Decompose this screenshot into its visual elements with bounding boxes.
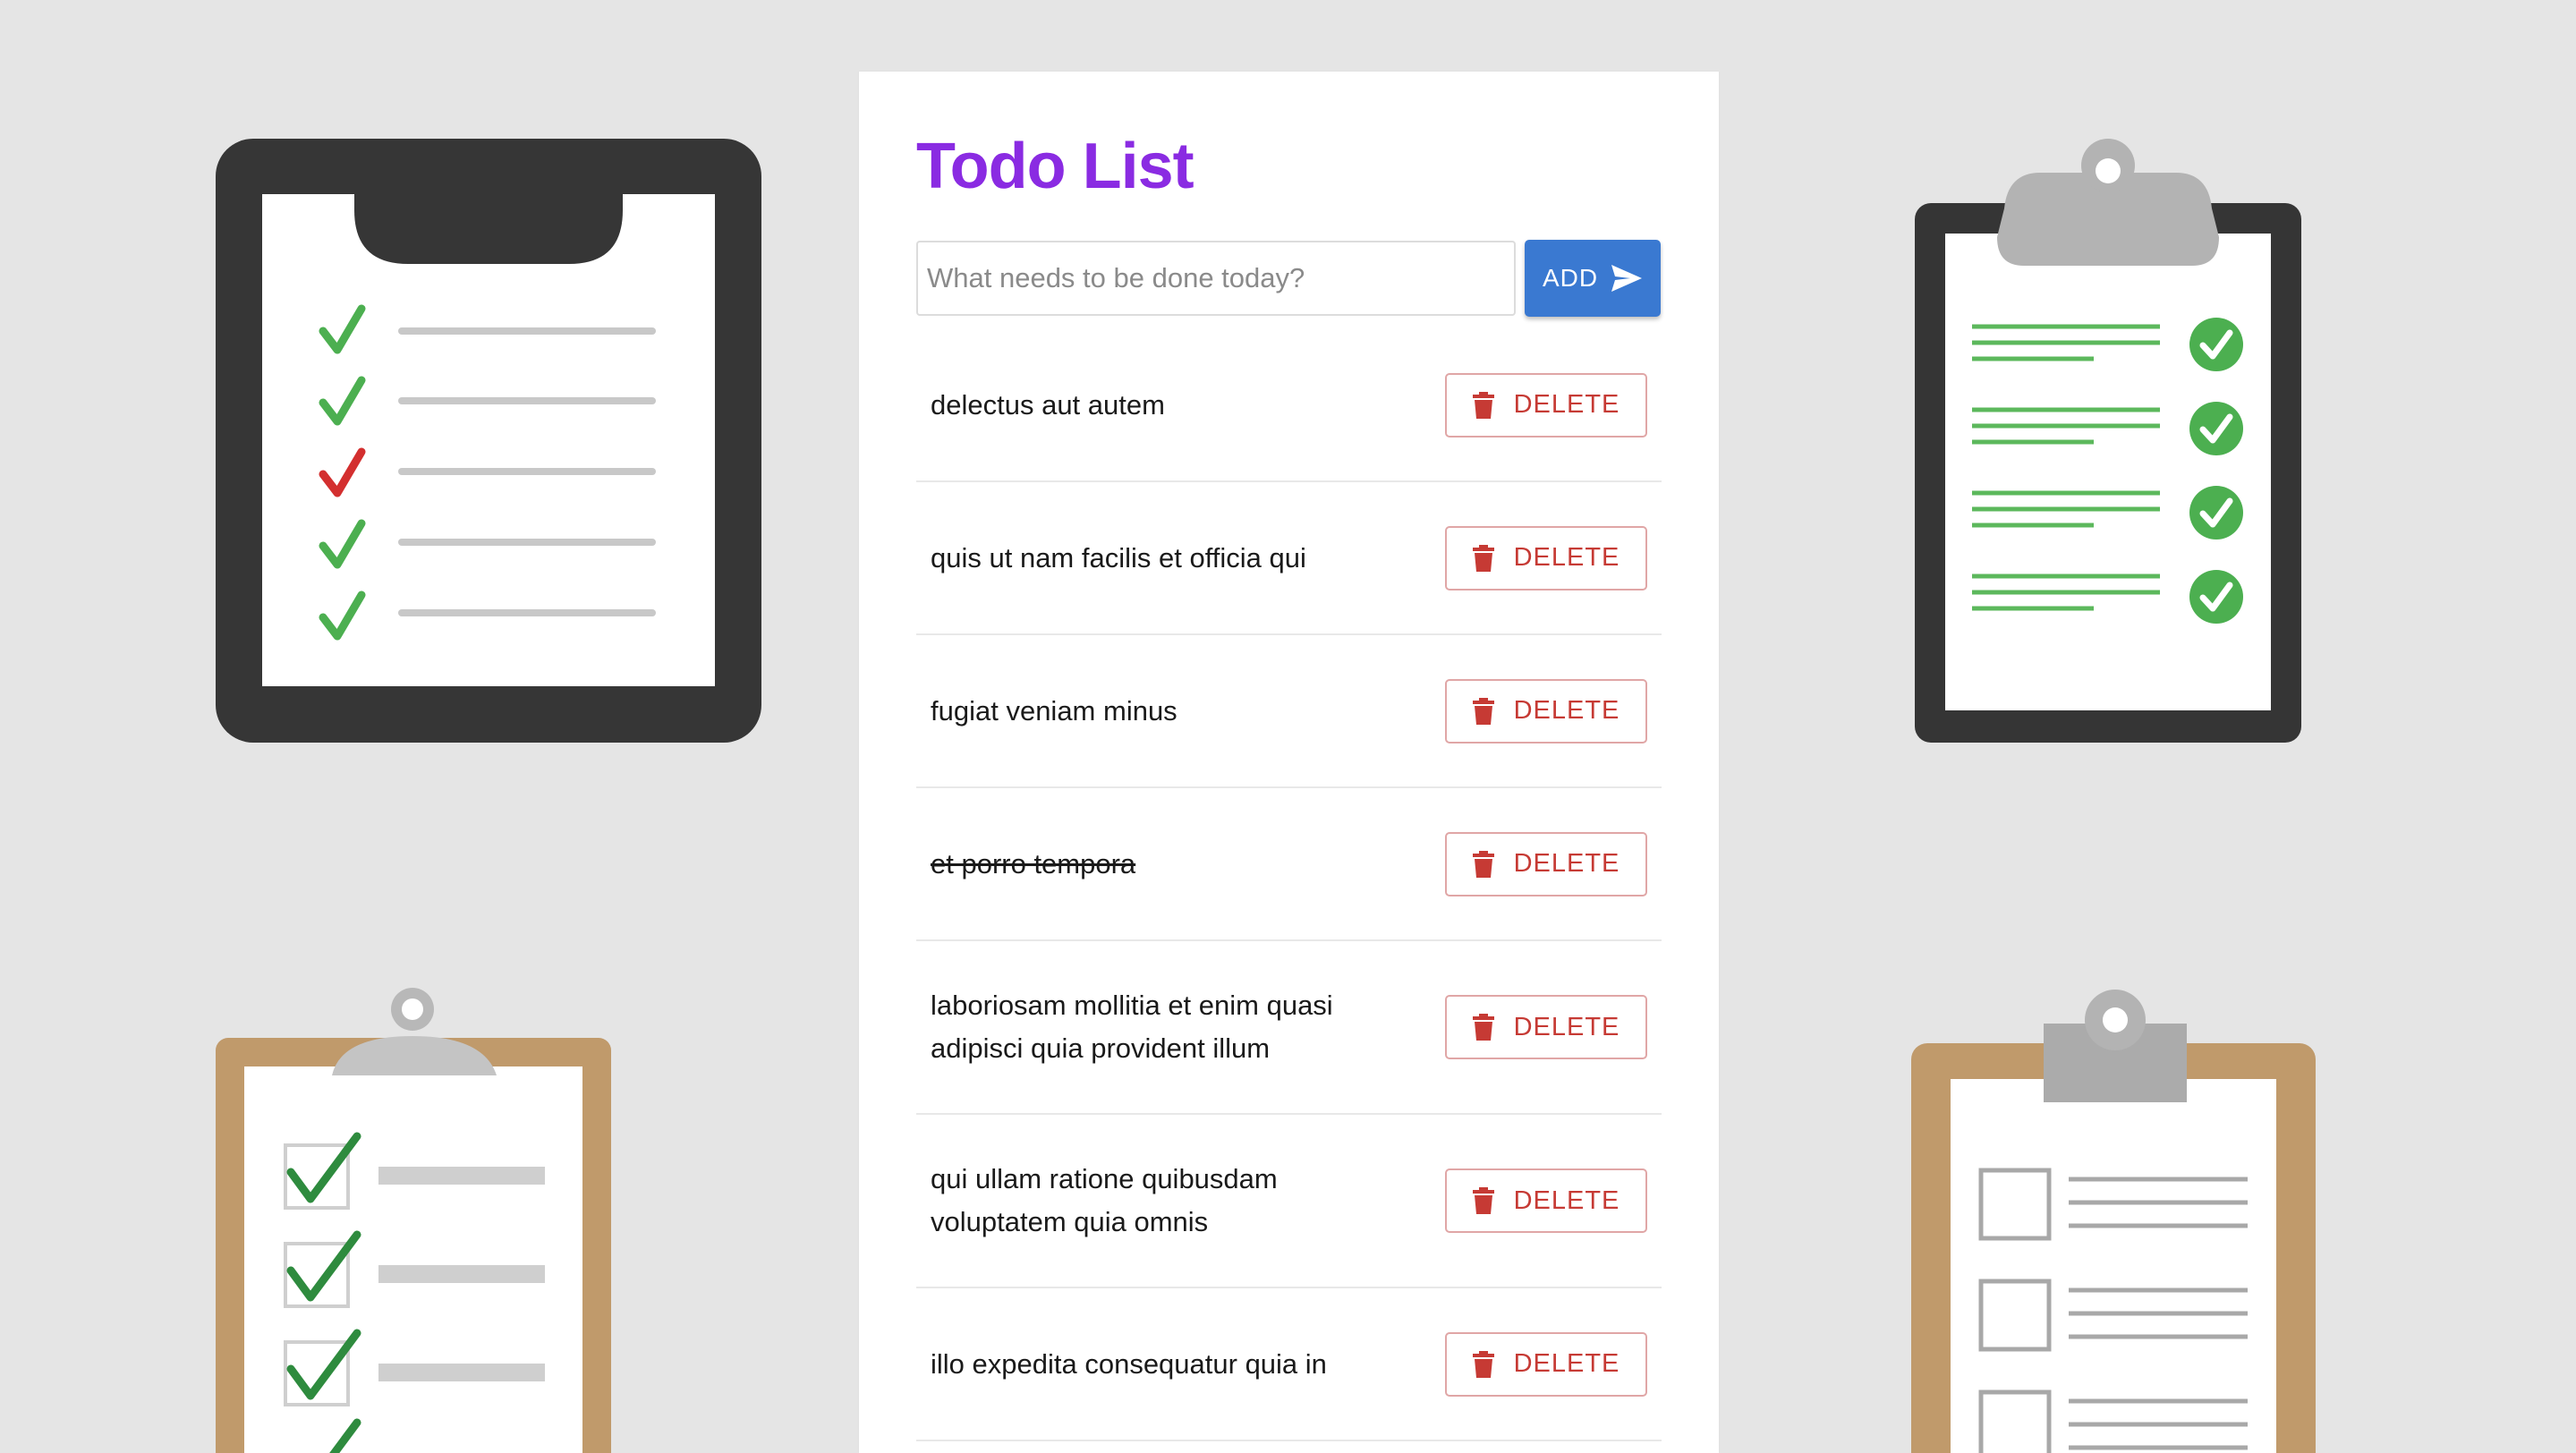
todo-item: quis ut nam facilis et officia qui DELET… bbox=[916, 482, 1662, 635]
trash-icon bbox=[1472, 391, 1494, 419]
trash-icon bbox=[1472, 850, 1494, 878]
send-icon bbox=[1611, 265, 1643, 292]
todo-text[interactable]: delectus aut autem bbox=[931, 384, 1165, 427]
delete-button-label: DELETE bbox=[1513, 543, 1620, 572]
delete-button-label: DELETE bbox=[1513, 849, 1620, 878]
delete-button[interactable]: DELETE bbox=[1445, 831, 1647, 896]
delete-button-label: DELETE bbox=[1513, 390, 1620, 419]
trash-icon bbox=[1472, 1014, 1494, 1041]
delete-button[interactable]: DELETE bbox=[1445, 525, 1647, 591]
trash-icon bbox=[1472, 697, 1494, 725]
todo-text[interactable]: fugiat veniam minus bbox=[931, 690, 1177, 733]
trash-icon bbox=[1472, 1350, 1494, 1378]
clipboard-checkbox-icon bbox=[216, 988, 611, 1453]
todo-list: delectus aut autem DELETE quis ut nam fa… bbox=[916, 329, 1662, 1441]
add-button-label: ADD bbox=[1542, 264, 1599, 292]
todo-item: laboriosam mollitia et enim quasi adipis… bbox=[916, 941, 1662, 1115]
todo-item: illo expedita consequatur quia in DELETE bbox=[916, 1288, 1662, 1441]
todo-text[interactable]: laboriosam mollitia et enim quasi adipis… bbox=[931, 984, 1378, 1070]
delete-button[interactable]: DELETE bbox=[1445, 995, 1647, 1059]
delete-button[interactable]: DELETE bbox=[1445, 1168, 1647, 1233]
clipboard-empty-checkbox-icon bbox=[1911, 990, 2316, 1453]
todo-card: Todo List ADD delectus aut autem DELETE … bbox=[859, 72, 1719, 1453]
delete-button[interactable]: DELETE bbox=[1445, 372, 1647, 438]
todo-text[interactable]: illo expedita consequatur quia in bbox=[931, 1343, 1327, 1386]
page-title: Todo List bbox=[916, 131, 1194, 202]
todo-text[interactable]: quis ut nam facilis et officia qui bbox=[931, 537, 1306, 580]
todo-text[interactable]: et porro tempora bbox=[931, 843, 1135, 886]
delete-button[interactable]: DELETE bbox=[1445, 1331, 1647, 1397]
add-todo-form: ADD bbox=[916, 240, 1662, 317]
trash-icon bbox=[1472, 544, 1494, 572]
add-button[interactable]: ADD bbox=[1525, 240, 1661, 317]
clipboard-checkmarks-icon bbox=[1915, 139, 2301, 743]
delete-button[interactable]: DELETE bbox=[1445, 678, 1647, 743]
todo-item-completed: et porro tempora DELETE bbox=[916, 788, 1662, 941]
trash-icon bbox=[1472, 1187, 1494, 1214]
todo-item: fugiat veniam minus DELETE bbox=[916, 635, 1662, 788]
todo-text[interactable]: qui ullam ratione quibusdam voluptatem q… bbox=[931, 1158, 1378, 1244]
todo-item: qui ullam ratione quibusdam voluptatem q… bbox=[916, 1115, 1662, 1288]
delete-button-label: DELETE bbox=[1513, 1012, 1620, 1041]
delete-button-label: DELETE bbox=[1513, 696, 1620, 725]
clipboard-checklist-icon bbox=[216, 139, 761, 743]
delete-button-label: DELETE bbox=[1513, 1349, 1620, 1378]
delete-button-label: DELETE bbox=[1513, 1185, 1620, 1215]
todo-item: delectus aut autem DELETE bbox=[916, 329, 1662, 482]
todo-input[interactable] bbox=[916, 241, 1516, 316]
